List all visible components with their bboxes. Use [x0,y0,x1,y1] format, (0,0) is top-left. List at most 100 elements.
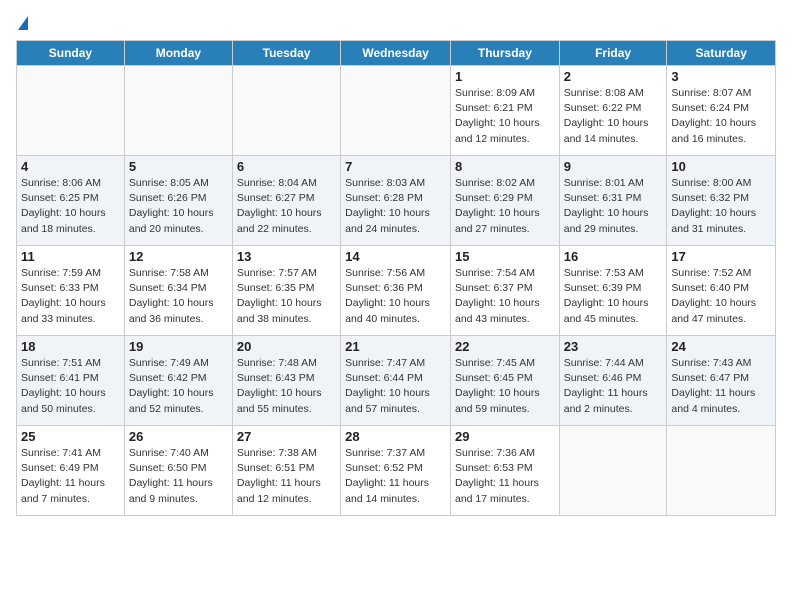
week-row-1: 1 Sunrise: 8:09 AM Sunset: 6:21 PM Daylig… [17,66,776,156]
header-row: SundayMondayTuesdayWednesdayThursdayFrid… [17,41,776,66]
header-cell-tuesday: Tuesday [232,41,340,66]
calendar-cell: 12 Sunrise: 7:58 AM Sunset: 6:34 PM Dayli… [124,246,232,336]
day-info: Sunrise: 7:51 AM Sunset: 6:41 PM Dayligh… [21,356,120,417]
day-number: 7 [345,159,446,174]
day-number: 12 [129,249,228,264]
calendar-cell: 20 Sunrise: 7:48 AM Sunset: 6:43 PM Dayli… [232,336,340,426]
day-number: 24 [671,339,771,354]
day-number: 22 [455,339,555,354]
day-info: Sunrise: 7:58 AM Sunset: 6:34 PM Dayligh… [129,266,228,327]
day-number: 2 [564,69,663,84]
day-number: 10 [671,159,771,174]
day-info: Sunrise: 8:09 AM Sunset: 6:21 PM Dayligh… [455,86,555,147]
calendar-cell: 8 Sunrise: 8:02 AM Sunset: 6:29 PM Daylig… [450,156,559,246]
calendar-cell [232,66,340,156]
calendar-cell: 10 Sunrise: 8:00 AM Sunset: 6:32 PM Dayli… [667,156,776,246]
calendar-cell: 26 Sunrise: 7:40 AM Sunset: 6:50 PM Dayli… [124,426,232,516]
calendar-cell: 6 Sunrise: 8:04 AM Sunset: 6:27 PM Daylig… [232,156,340,246]
calendar-cell: 14 Sunrise: 7:56 AM Sunset: 6:36 PM Dayli… [341,246,451,336]
calendar-header: SundayMondayTuesdayWednesdayThursdayFrid… [17,41,776,66]
week-row-4: 18Sunrise: 7:51 AM Sunset: 6:41 PM Dayli… [17,336,776,426]
calendar-cell: 2 Sunrise: 8:08 AM Sunset: 6:22 PM Daylig… [559,66,667,156]
header-cell-monday: Monday [124,41,232,66]
page-header [16,16,776,32]
calendar-cell: 13Sunrise: 7:57 AM Sunset: 6:35 PM Dayli… [232,246,340,336]
calendar-body: 1 Sunrise: 8:09 AM Sunset: 6:21 PM Daylig… [17,66,776,516]
logo [16,16,28,32]
day-number: 5 [129,159,228,174]
calendar-cell: 11 Sunrise: 7:59 AM Sunset: 6:33 PM Dayli… [17,246,125,336]
day-number: 15 [455,249,555,264]
calendar-cell: 23 Sunrise: 7:44 AM Sunset: 6:46 PM Dayli… [559,336,667,426]
day-info: Sunrise: 7:52 AM Sunset: 6:40 PM Dayligh… [671,266,771,327]
week-row-5: 25Sunrise: 7:41 AM Sunset: 6:49 PM Dayli… [17,426,776,516]
day-info: Sunrise: 7:59 AM Sunset: 6:33 PM Dayligh… [21,266,120,327]
day-number: 1 [455,69,555,84]
day-number: 13 [237,249,336,264]
logo-triangle-icon [18,16,28,30]
week-row-2: 4 Sunrise: 8:06 AM Sunset: 6:25 PM Daylig… [17,156,776,246]
header-cell-wednesday: Wednesday [341,41,451,66]
day-number: 16 [564,249,663,264]
header-cell-sunday: Sunday [17,41,125,66]
day-info: Sunrise: 7:38 AM Sunset: 6:51 PM Dayligh… [237,446,336,507]
calendar-cell: 1 Sunrise: 8:09 AM Sunset: 6:21 PM Daylig… [450,66,559,156]
day-number: 27 [237,429,336,444]
calendar-cell: 22 Sunrise: 7:45 AM Sunset: 6:45 PM Dayli… [450,336,559,426]
day-info: Sunrise: 8:06 AM Sunset: 6:25 PM Dayligh… [21,176,120,237]
day-info: Sunrise: 7:36 AM Sunset: 6:53 PM Dayligh… [455,446,555,507]
day-number: 28 [345,429,446,444]
calendar-cell: 9 Sunrise: 8:01 AM Sunset: 6:31 PM Daylig… [559,156,667,246]
calendar-cell: 19 Sunrise: 7:49 AM Sunset: 6:42 PM Dayli… [124,336,232,426]
day-info: Sunrise: 7:54 AM Sunset: 6:37 PM Dayligh… [455,266,555,327]
calendar-cell [667,426,776,516]
calendar-cell [559,426,667,516]
day-number: 19 [129,339,228,354]
calendar-cell: 3 Sunrise: 8:07 AM Sunset: 6:24 PM Daylig… [667,66,776,156]
calendar-cell: 4 Sunrise: 8:06 AM Sunset: 6:25 PM Daylig… [17,156,125,246]
calendar-cell [17,66,125,156]
day-number: 25 [21,429,120,444]
calendar-cell: 15 Sunrise: 7:54 AM Sunset: 6:37 PM Dayli… [450,246,559,336]
day-number: 20 [237,339,336,354]
day-number: 29 [455,429,555,444]
header-cell-friday: Friday [559,41,667,66]
day-info: Sunrise: 7:49 AM Sunset: 6:42 PM Dayligh… [129,356,228,417]
day-info: Sunrise: 8:04 AM Sunset: 6:27 PM Dayligh… [237,176,336,237]
day-info: Sunrise: 8:02 AM Sunset: 6:29 PM Dayligh… [455,176,555,237]
day-number: 26 [129,429,228,444]
day-number: 9 [564,159,663,174]
calendar-cell: 21Sunrise: 7:47 AM Sunset: 6:44 PM Dayli… [341,336,451,426]
day-info: Sunrise: 7:47 AM Sunset: 6:44 PM Dayligh… [345,356,446,417]
day-info: Sunrise: 8:08 AM Sunset: 6:22 PM Dayligh… [564,86,663,147]
day-number: 6 [237,159,336,174]
calendar-cell: 5 Sunrise: 8:05 AM Sunset: 6:26 PM Daylig… [124,156,232,246]
day-number: 17 [671,249,771,264]
day-info: Sunrise: 7:48 AM Sunset: 6:43 PM Dayligh… [237,356,336,417]
day-info: Sunrise: 8:01 AM Sunset: 6:31 PM Dayligh… [564,176,663,237]
day-info: Sunrise: 7:37 AM Sunset: 6:52 PM Dayligh… [345,446,446,507]
day-info: Sunrise: 8:03 AM Sunset: 6:28 PM Dayligh… [345,176,446,237]
calendar-table: SundayMondayTuesdayWednesdayThursdayFrid… [16,40,776,516]
day-info: Sunrise: 7:44 AM Sunset: 6:46 PM Dayligh… [564,356,663,417]
day-number: 23 [564,339,663,354]
day-number: 8 [455,159,555,174]
calendar-cell: 17 Sunrise: 7:52 AM Sunset: 6:40 PM Dayli… [667,246,776,336]
calendar-cell [124,66,232,156]
day-info: Sunrise: 7:43 AM Sunset: 6:47 PM Dayligh… [671,356,771,417]
day-info: Sunrise: 7:56 AM Sunset: 6:36 PM Dayligh… [345,266,446,327]
calendar-cell: 16Sunrise: 7:53 AM Sunset: 6:39 PM Dayli… [559,246,667,336]
day-number: 4 [21,159,120,174]
week-row-3: 11 Sunrise: 7:59 AM Sunset: 6:33 PM Dayli… [17,246,776,336]
day-number: 3 [671,69,771,84]
day-info: Sunrise: 7:40 AM Sunset: 6:50 PM Dayligh… [129,446,228,507]
calendar-cell: 18Sunrise: 7:51 AM Sunset: 6:41 PM Dayli… [17,336,125,426]
calendar-cell: 25Sunrise: 7:41 AM Sunset: 6:49 PM Dayli… [17,426,125,516]
day-info: Sunrise: 8:07 AM Sunset: 6:24 PM Dayligh… [671,86,771,147]
day-number: 14 [345,249,446,264]
day-info: Sunrise: 8:05 AM Sunset: 6:26 PM Dayligh… [129,176,228,237]
day-info: Sunrise: 7:45 AM Sunset: 6:45 PM Dayligh… [455,356,555,417]
day-info: Sunrise: 8:00 AM Sunset: 6:32 PM Dayligh… [671,176,771,237]
day-number: 11 [21,249,120,264]
header-cell-thursday: Thursday [450,41,559,66]
